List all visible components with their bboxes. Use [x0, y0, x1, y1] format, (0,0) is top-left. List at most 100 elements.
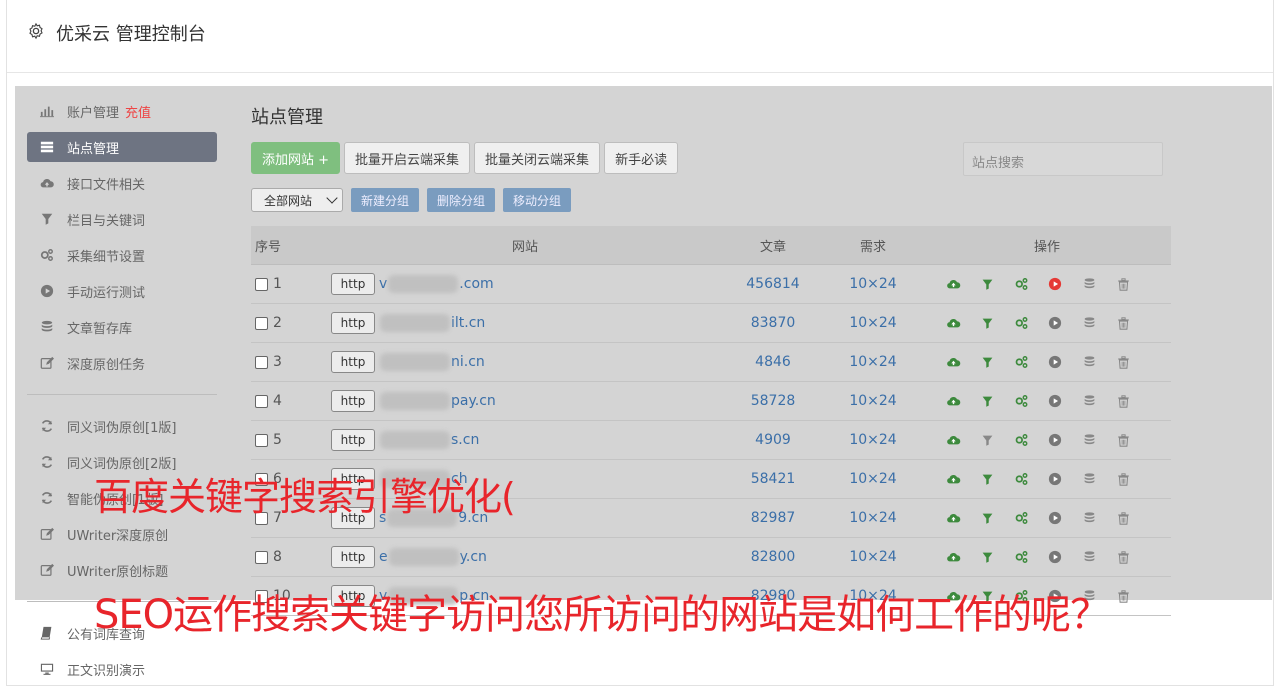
database-icon[interactable] [1081, 393, 1097, 409]
beginner-guide-button[interactable]: 新手必读 [604, 142, 679, 174]
filter-icon[interactable] [979, 315, 995, 331]
trash-icon[interactable] [1115, 315, 1131, 331]
demand-value[interactable]: 10×24 [823, 393, 923, 409]
database-icon[interactable] [1081, 276, 1097, 292]
filter-icon[interactable] [979, 354, 995, 370]
play-circle-icon[interactable] [1047, 315, 1063, 331]
site-filter-select[interactable]: 全部网站 [251, 188, 343, 212]
row-checkbox[interactable] [255, 433, 268, 447]
database-icon[interactable] [1081, 510, 1097, 526]
articles-count[interactable]: 4846 [723, 354, 823, 370]
row-checkbox[interactable] [255, 550, 268, 564]
demand-value[interactable]: 10×24 [823, 471, 923, 487]
site-link[interactable]: v .com [379, 275, 494, 293]
new-group-button[interactable]: 新建分组 [351, 188, 420, 212]
database-icon[interactable] [1081, 549, 1097, 565]
demand-value[interactable]: 10×24 [823, 276, 923, 292]
sidebar-item-group3-1[interactable]: 正文识别演示 [27, 654, 217, 684]
recharge-link[interactable]: 充值 [125, 102, 151, 121]
filter-icon[interactable] [979, 432, 995, 448]
cloud-upload-icon[interactable] [945, 315, 961, 331]
cogs-icon[interactable] [1013, 432, 1029, 448]
cloud-upload-icon[interactable] [945, 354, 961, 370]
sidebar-item-group1-0[interactable]: 账户管理 充值 [27, 96, 217, 126]
cloud-upload-icon[interactable] [945, 432, 961, 448]
cogs-icon[interactable] [1013, 549, 1029, 565]
play-circle-icon[interactable] [1047, 471, 1063, 487]
trash-icon[interactable] [1115, 393, 1131, 409]
filter-icon[interactable] [979, 510, 995, 526]
cloud-upload-icon[interactable] [945, 471, 961, 487]
play-circle-icon[interactable] [1047, 354, 1063, 370]
articles-count[interactable]: 58421 [723, 471, 823, 487]
site-link[interactable]: pay.cn [379, 392, 496, 410]
articles-count[interactable]: 456814 [723, 276, 823, 292]
sidebar-item-group1-5[interactable]: 手动运行测试 [27, 276, 217, 306]
play-circle-icon[interactable] [1047, 510, 1063, 526]
filter-icon[interactable] [979, 471, 995, 487]
database-icon[interactable] [1081, 354, 1097, 370]
batch-enable-cloud-button[interactable]: 批量开启云端采集 [344, 142, 471, 174]
cogs-icon[interactable] [1013, 354, 1029, 370]
sidebar-item-group1-3[interactable]: 栏目与关键词 [27, 204, 217, 234]
cloud-upload-icon[interactable] [945, 276, 961, 292]
move-group-button[interactable]: 移动分组 [503, 188, 572, 212]
sidebar-item-group2-4[interactable]: UWriter原创标题 [27, 555, 217, 585]
cogs-icon[interactable] [1013, 315, 1029, 331]
cogs-icon[interactable] [1013, 510, 1029, 526]
demand-value[interactable]: 10×24 [823, 315, 923, 331]
articles-count[interactable]: 58728 [723, 393, 823, 409]
sidebar-item-group1-7[interactable]: 深度原创任务 [27, 348, 217, 378]
sidebar-item-group1-2[interactable]: 接口文件相关 [27, 168, 217, 198]
play-circle-icon[interactable] [1047, 549, 1063, 565]
row-checkbox[interactable] [255, 394, 268, 408]
sidebar-item-group2-0[interactable]: 同义词伪原创[1版] [27, 411, 217, 441]
trash-icon[interactable] [1115, 471, 1131, 487]
add-site-button[interactable]: 添加网站 + [251, 142, 341, 174]
database-icon[interactable] [1081, 315, 1097, 331]
row-checkbox[interactable] [255, 355, 268, 369]
demand-value[interactable]: 10×24 [823, 549, 923, 565]
filter-icon[interactable] [979, 549, 995, 565]
filter-icon[interactable] [979, 276, 995, 292]
site-search-input[interactable]: 站点搜索 [963, 142, 1163, 176]
delete-group-button[interactable]: 删除分组 [427, 188, 496, 212]
play-circle-icon[interactable] [1047, 276, 1063, 292]
cogs-icon[interactable] [1013, 276, 1029, 292]
site-link[interactable]: e y.cn [379, 548, 487, 566]
sidebar-item-group2-3[interactable]: UWriter深度原创 [27, 519, 217, 549]
articles-count[interactable]: 4909 [723, 432, 823, 448]
cloud-upload-icon[interactable] [945, 510, 961, 526]
filter-icon[interactable] [979, 393, 995, 409]
demand-value[interactable]: 10×24 [823, 354, 923, 370]
trash-icon[interactable] [1115, 354, 1131, 370]
articles-count[interactable]: 82800 [723, 549, 823, 565]
articles-count[interactable]: 82987 [723, 510, 823, 526]
cogs-icon[interactable] [1013, 471, 1029, 487]
row-checkbox[interactable] [255, 277, 268, 291]
sidebar-item-group1-6[interactable]: 文章暂存库 [27, 312, 217, 342]
header-articles: 文章 [759, 239, 786, 255]
articles-count[interactable]: 83870 [723, 315, 823, 331]
site-link[interactable]: ni.cn [379, 353, 485, 371]
trash-icon[interactable] [1115, 588, 1131, 604]
cloud-upload-icon[interactable] [945, 393, 961, 409]
database-icon[interactable] [1081, 432, 1097, 448]
trash-icon[interactable] [1115, 432, 1131, 448]
trash-icon[interactable] [1115, 549, 1131, 565]
site-link[interactable]: s.cn [379, 431, 479, 449]
play-circle-icon[interactable] [1047, 432, 1063, 448]
cogs-icon[interactable] [1013, 393, 1029, 409]
trash-icon[interactable] [1115, 276, 1131, 292]
trash-icon[interactable] [1115, 510, 1131, 526]
sidebar-item-group1-1[interactable]: 站点管理 [27, 132, 217, 162]
database-icon[interactable] [1081, 471, 1097, 487]
batch-disable-cloud-button[interactable]: 批量关闭云端采集 [474, 142, 601, 174]
demand-value[interactable]: 10×24 [823, 432, 923, 448]
sidebar-item-group1-4[interactable]: 采集细节设置 [27, 240, 217, 270]
cloud-upload-icon[interactable] [945, 549, 961, 565]
play-circle-icon[interactable] [1047, 393, 1063, 409]
demand-value[interactable]: 10×24 [823, 510, 923, 526]
site-link[interactable]: ilt.cn [379, 314, 485, 332]
row-checkbox[interactable] [255, 316, 268, 330]
